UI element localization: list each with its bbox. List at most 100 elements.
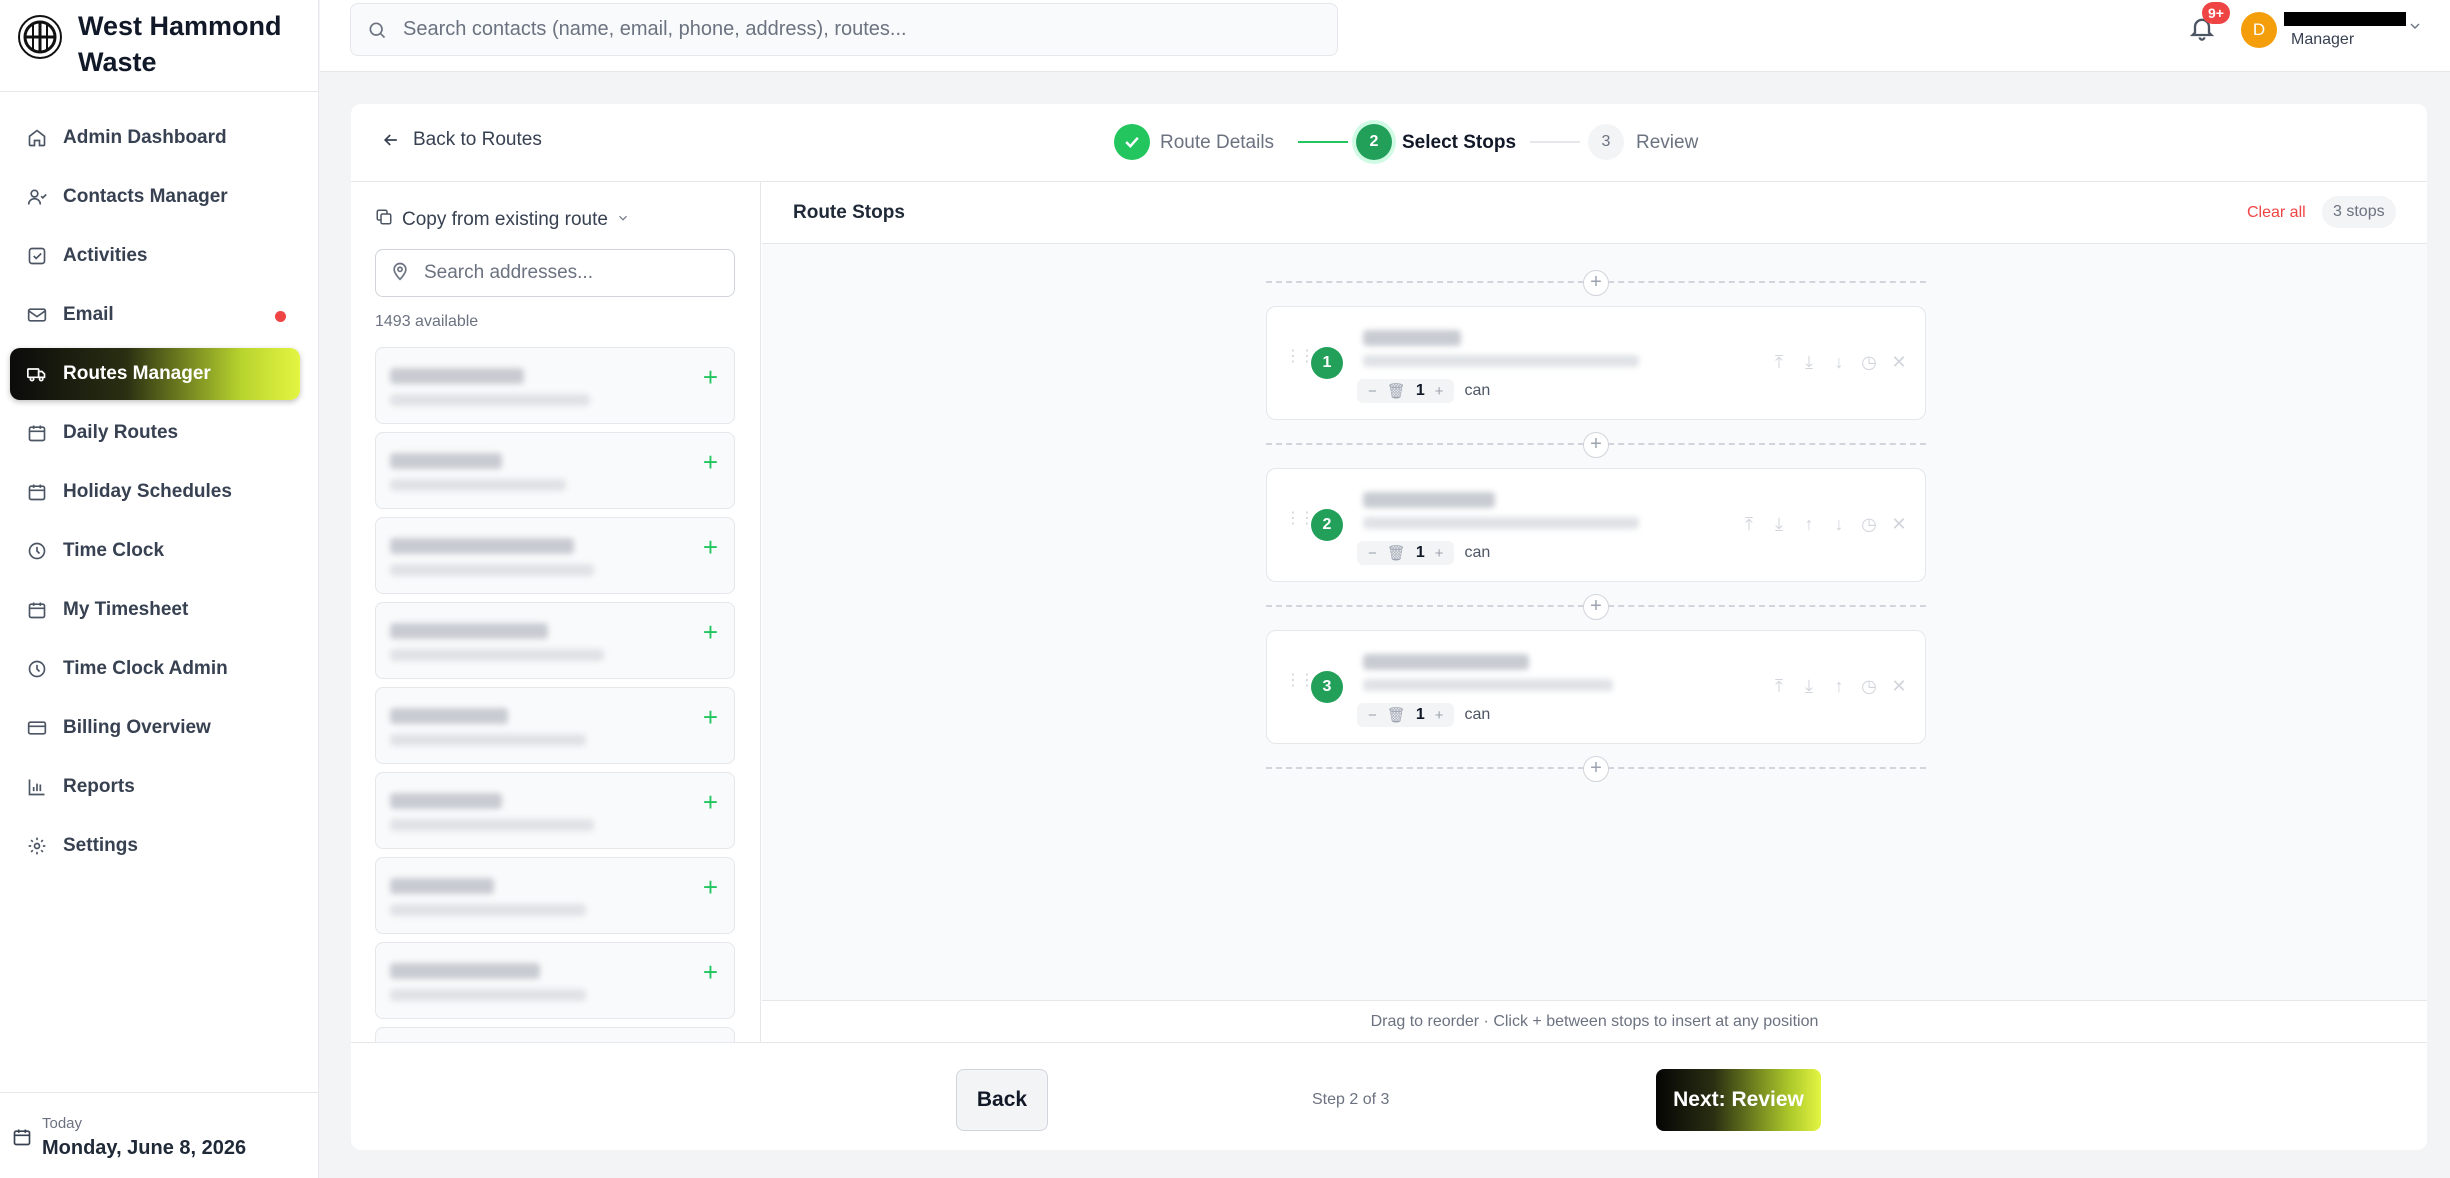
insert-stop-plus-icon[interactable]: + xyxy=(1583,756,1609,782)
sidebar-item-holiday-schedules[interactable]: Holiday Schedules xyxy=(10,466,300,518)
copy-from-route-label: Copy from existing route xyxy=(402,209,608,230)
close-icon[interactable]: ✕ xyxy=(1889,352,1909,372)
add-stop-plus-icon[interactable]: + xyxy=(703,959,718,985)
sidebar-item-time-clock-admin[interactable]: Time Clock Admin xyxy=(10,643,300,695)
quantity-stepper: − 🗑 1 + can xyxy=(1357,541,1490,565)
arrow-down-icon[interactable]: ↓ xyxy=(1829,514,1849,534)
add-stop-plus-icon[interactable]: + xyxy=(703,789,718,815)
arrow-down-icon[interactable]: ↓ xyxy=(1829,352,1849,372)
clear-all-button[interactable]: Clear all xyxy=(2247,204,2306,222)
insert-stop-plus-icon[interactable]: + xyxy=(1583,594,1609,620)
sidebar-item-settings[interactable]: Settings xyxy=(10,820,300,872)
redacted-name xyxy=(390,538,574,554)
address-list-item[interactable]: + xyxy=(375,432,735,509)
next-review-button[interactable]: Next: Review xyxy=(1656,1069,1821,1131)
stop-card[interactable]: ⋮⋮ 2 − 🗑 1 + can ⤒ ⤓ ↑ ↓ ◷ ✕ xyxy=(1266,468,1926,582)
add-stop-plus-icon[interactable]: + xyxy=(703,534,718,560)
sidebar-item-billing-overview[interactable]: Billing Overview xyxy=(10,702,300,754)
redacted-name xyxy=(390,623,548,639)
move-to-bottom-icon[interactable]: ⤓ xyxy=(1769,514,1789,534)
back-button[interactable]: Back xyxy=(956,1069,1048,1131)
sidebar-item-label: Reports xyxy=(63,776,135,797)
close-icon[interactable]: ✕ xyxy=(1889,514,1909,534)
move-to-top-icon[interactable]: ⤒ xyxy=(1739,514,1759,534)
chevron-down-icon[interactable] xyxy=(2407,18,2423,34)
move-to-bottom-icon[interactable]: ⤓ xyxy=(1799,676,1819,696)
drag-handle-icon[interactable]: ⋮⋮ xyxy=(1285,511,1315,527)
sidebar-item-contacts-manager[interactable]: Contacts Manager xyxy=(10,171,300,223)
address-list-item[interactable]: + xyxy=(375,517,735,594)
quantity-stepper: − 🗑 1 + can xyxy=(1357,379,1490,403)
add-stop-plus-icon[interactable]: + xyxy=(703,619,718,645)
quantity-value[interactable]: 1 xyxy=(1416,544,1425,562)
address-search-input[interactable] xyxy=(424,262,724,284)
address-list-item[interactable]: + xyxy=(375,942,735,1019)
sidebar-item-reports[interactable]: Reports xyxy=(10,761,300,813)
drag-handle-icon[interactable]: ⋮⋮ xyxy=(1285,673,1315,689)
plus-icon[interactable]: + xyxy=(1435,707,1444,724)
arrow-up-icon[interactable]: ↑ xyxy=(1799,514,1819,534)
stops-list: + ⋮⋮ 1 − 🗑 1 + can ⤒ ⤓ ↓ ◷ ✕ + ⋮⋮ 2 − 🗑 … xyxy=(1266,270,1926,782)
add-stop-plus-icon[interactable]: + xyxy=(703,704,718,730)
brand-logo-icon[interactable] xyxy=(18,15,62,59)
sidebar-item-my-timesheet[interactable]: My Timesheet xyxy=(10,584,300,636)
step-progress-text: Step 2 of 3 xyxy=(1312,1091,1390,1108)
arrow-up-icon[interactable]: ↑ xyxy=(1829,676,1849,696)
plus-icon[interactable]: + xyxy=(1435,545,1444,562)
address-list-item[interactable]: + xyxy=(375,772,735,849)
avatar[interactable]: D xyxy=(2241,12,2277,48)
insert-stop-slot: + xyxy=(1266,432,1926,458)
add-stop-plus-icon[interactable]: + xyxy=(703,874,718,900)
insert-stop-plus-icon[interactable]: + xyxy=(1583,432,1609,458)
quantity-value[interactable]: 1 xyxy=(1416,382,1425,400)
copy-from-route-button[interactable]: Copy from existing route xyxy=(375,208,630,232)
global-search[interactable] xyxy=(350,3,1338,56)
home-icon xyxy=(26,127,48,149)
sidebar-item-email[interactable]: Email xyxy=(10,289,300,341)
minus-icon[interactable]: − xyxy=(1368,707,1377,724)
plus-icon[interactable]: + xyxy=(1435,383,1444,400)
close-icon[interactable]: ✕ xyxy=(1889,676,1909,696)
sidebar-item-time-clock[interactable]: Time Clock xyxy=(10,525,300,577)
add-stop-plus-icon[interactable]: + xyxy=(703,449,718,475)
route-stops-header: Route Stops Clear all 3 stops xyxy=(762,182,2427,244)
address-list-item[interactable]: + xyxy=(375,857,735,934)
clock-icon[interactable]: ◷ xyxy=(1859,676,1879,696)
redacted-address xyxy=(390,734,586,746)
add-stop-plus-icon[interactable]: + xyxy=(703,364,718,390)
sidebar-item-daily-routes[interactable]: Daily Routes xyxy=(10,407,300,459)
address-list-item[interactable]: + xyxy=(375,347,735,424)
insert-stop-slot: + xyxy=(1266,270,1926,296)
sidebar-item-label: Settings xyxy=(63,835,138,856)
address-search[interactable] xyxy=(375,249,735,297)
sidebar-item-activities[interactable]: Activities xyxy=(10,230,300,282)
sidebar-item-admin-dashboard[interactable]: Admin Dashboard xyxy=(10,112,300,164)
stop-card[interactable]: ⋮⋮ 1 − 🗑 1 + can ⤒ ⤓ ↓ ◷ ✕ xyxy=(1266,306,1926,420)
trash-icon[interactable]: 🗑 xyxy=(1387,706,1406,724)
stop-card[interactable]: ⋮⋮ 3 − 🗑 1 + can ⤒ ⤓ ↑ ◷ ✕ xyxy=(1266,630,1926,744)
insert-stop-plus-icon[interactable]: + xyxy=(1583,270,1609,296)
move-to-bottom-icon[interactable]: ⤓ xyxy=(1799,352,1819,372)
address-list-item[interactable] xyxy=(375,1027,735,1042)
move-to-top-icon[interactable]: ⤒ xyxy=(1769,352,1789,372)
quantity-value[interactable]: 1 xyxy=(1416,706,1425,724)
back-to-routes-link[interactable]: Back to Routes xyxy=(381,129,542,151)
trash-icon[interactable]: 🗑 xyxy=(1387,382,1406,400)
clock-icon[interactable]: ◷ xyxy=(1859,352,1879,372)
minus-icon[interactable]: − xyxy=(1368,383,1377,400)
drag-handle-icon[interactable]: ⋮⋮ xyxy=(1285,349,1315,365)
address-list-item[interactable]: + xyxy=(375,687,735,764)
redacted-address xyxy=(390,819,594,831)
notification-dot xyxy=(275,311,286,322)
trash-icon[interactable]: 🗑 xyxy=(1387,544,1406,562)
clock-icon[interactable]: ◷ xyxy=(1859,514,1879,534)
minus-icon[interactable]: − xyxy=(1368,545,1377,562)
calendar-icon xyxy=(26,422,48,444)
calendar-icon xyxy=(12,1127,32,1147)
address-list-item[interactable]: + xyxy=(375,602,735,679)
redacted-name xyxy=(390,793,502,809)
sidebar-item-label: Time Clock xyxy=(63,540,165,561)
move-to-top-icon[interactable]: ⤒ xyxy=(1769,676,1789,696)
sidebar-item-routes-manager[interactable]: Routes Manager xyxy=(10,348,300,400)
global-search-input[interactable] xyxy=(403,18,1303,41)
